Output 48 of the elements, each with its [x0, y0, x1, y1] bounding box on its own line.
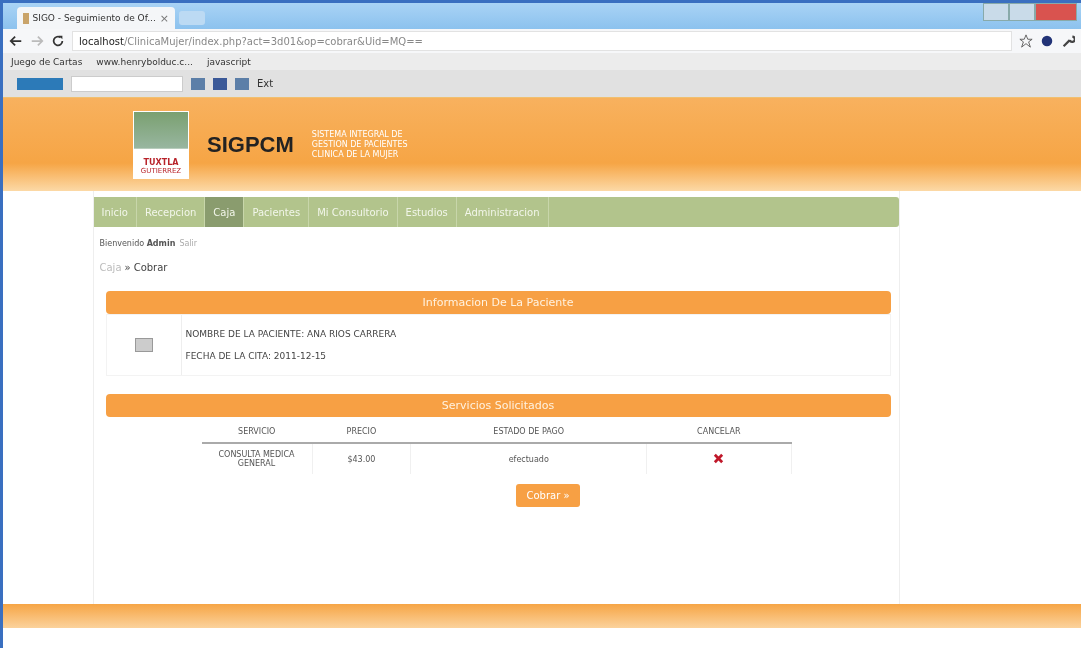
column-header: PRECIO — [312, 421, 411, 443]
forward-icon[interactable] — [30, 34, 44, 48]
tab-title: SIGO - Seguimiento de Of... — [32, 13, 156, 23]
brand-name: SIGPCM — [207, 131, 294, 158]
bookmark-link[interactable]: Juego de Cartas — [11, 56, 83, 67]
extension-icon[interactable] — [1040, 34, 1054, 48]
nav-tab[interactable]: Estudios — [397, 197, 457, 227]
bookmark-link[interactable]: javascript — [206, 56, 251, 67]
star-icon[interactable] — [1019, 34, 1033, 48]
section-heading: Servicios Solicitados — [105, 394, 891, 417]
toolbar-logo-icon[interactable] — [17, 77, 63, 90]
column-header: ESTADO DE PAGO — [410, 421, 647, 443]
bookmark-link[interactable]: www.henrybolduc.c... — [96, 56, 193, 67]
nav-tab[interactable]: Administracion — [456, 197, 549, 227]
table-cell: CONSULTA MEDICA GENERAL — [201, 443, 312, 474]
column-header: CANCELAR — [646, 421, 791, 443]
delete-icon[interactable] — [713, 452, 725, 464]
table-cell: efectuado — [410, 443, 647, 474]
toolbar-search-field[interactable] — [71, 75, 183, 92]
nav-tab[interactable]: Caja — [205, 197, 245, 227]
nav-tab[interactable]: Inicio — [93, 197, 137, 227]
column-header: SERVICIO — [201, 421, 312, 443]
minimize-button[interactable] — [983, 3, 1009, 21]
breadcrumb-separator: » — [124, 262, 131, 273]
reload-icon[interactable] — [51, 34, 65, 48]
breadcrumb-current: Cobrar — [133, 262, 168, 273]
appointment-date: FECHA DE LA CITA: 2011-12-15 — [185, 351, 328, 361]
wrench-icon[interactable] — [1061, 34, 1075, 48]
table-cell: $43.00 — [312, 443, 411, 474]
logout-link[interactable]: Salir — [179, 239, 198, 248]
browser-tab[interactable]: SIGO - Seguimiento de Of... × — [17, 7, 175, 29]
brand-subtitle: SISTEMA INTEGRAL DE — [311, 129, 404, 140]
breadcrumb-link[interactable]: Caja — [99, 262, 122, 273]
brand-subtitle: CLINICA DE LA MUJER — [311, 149, 400, 160]
page-icon — [23, 12, 29, 24]
maximize-button[interactable] — [1009, 3, 1035, 21]
charge-button[interactable]: Cobrar » — [516, 484, 580, 507]
nav-tab[interactable]: Mi Consultorio — [309, 197, 398, 227]
close-tab-button[interactable]: × — [159, 11, 169, 25]
welcome-text: Bienvenido Admin — [99, 239, 176, 248]
back-icon[interactable] — [9, 34, 23, 48]
toolbar-text[interactable]: Ext — [257, 78, 274, 89]
patient-name: NOMBRE DE LA PACIENTE: ANA RIOS CARRERA — [185, 329, 397, 339]
id-card-icon — [134, 338, 153, 352]
address-field[interactable]: localhost/ClinicaMujer/index.php?act=3d01&op=cobrar&Uid=MQ== — [72, 31, 1012, 51]
brand-subtitle: GESTION DE PACIENTES — [311, 139, 408, 150]
section-heading: Informacion De La Paciente — [105, 291, 891, 314]
nav-tab[interactable]: Pacientes — [244, 197, 310, 227]
